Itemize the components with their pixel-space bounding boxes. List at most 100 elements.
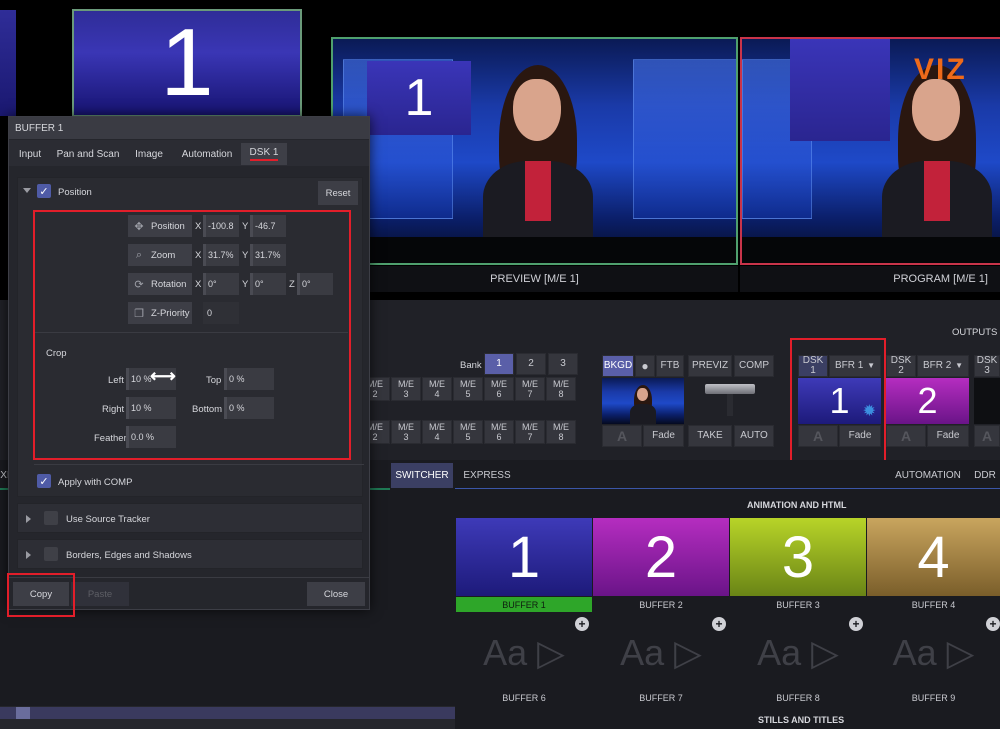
comp-button[interactable]: COMP xyxy=(734,355,774,377)
play-icon: ▷ xyxy=(674,632,702,673)
buffer-6-label: BUFFER 6 xyxy=(502,692,546,703)
borders-section: Borders, Edges and Shadows xyxy=(17,539,363,569)
copy-highlight xyxy=(7,573,75,617)
buffer-9-empty[interactable]: Aa ▷ xyxy=(867,620,1000,686)
tab-pan-and-scan[interactable]: Pan and Scan xyxy=(55,143,121,165)
buffer-6-empty[interactable]: Aa ▷ xyxy=(456,620,592,686)
me-button[interactable]: M/E 7 xyxy=(515,420,545,444)
me-button[interactable]: M/E 4 xyxy=(422,377,452,401)
position-checkbox[interactable]: ✓ xyxy=(37,184,51,198)
buffer-1-label: BUFFER 1 xyxy=(456,597,592,612)
t-bar[interactable] xyxy=(705,384,755,394)
program-label: PROGRAM [M/E 1] xyxy=(740,266,1000,292)
chevron-down-icon: ▼ xyxy=(955,361,963,370)
bkgd-fade-button[interactable]: Fade xyxy=(643,425,684,447)
collapse-icon[interactable] xyxy=(23,188,31,193)
take-button[interactable]: TAKE xyxy=(688,425,732,447)
dsk2-button[interactable]: DSK 2 xyxy=(886,355,916,377)
left-partial-monitor xyxy=(0,10,16,116)
stills-section-title: STILLS AND TITLES xyxy=(758,715,845,725)
dsk2-a-button[interactable]: A xyxy=(886,425,926,447)
tab-automation[interactable]: Automation xyxy=(177,143,237,165)
dialog-title: BUFFER 1 xyxy=(9,117,369,139)
position-heading: Position xyxy=(58,187,92,198)
buffer-8-label: BUFFER 8 xyxy=(776,692,820,703)
tab-automation[interactable]: AUTOMATION xyxy=(893,463,963,488)
me-button[interactable]: M/E 5 xyxy=(453,377,483,401)
buffer-8-empty[interactable]: Aa ▷ xyxy=(730,620,866,686)
buffer-4-thumb[interactable]: 4 xyxy=(867,518,1000,596)
bank-label: Bank xyxy=(460,360,482,371)
me-button[interactable]: M/E 6 xyxy=(484,377,514,401)
me-button[interactable]: M/E 6 xyxy=(484,420,514,444)
presenter-image xyxy=(483,61,593,251)
play-icon: ▷ xyxy=(946,632,975,673)
t-bar-track xyxy=(727,394,733,416)
tab-switcher[interactable]: SWITCHER xyxy=(391,463,453,488)
auto-button[interactable]: AUTO xyxy=(734,425,774,447)
bkgd-button[interactable]: BKGD xyxy=(602,355,634,377)
bkgd-thumbnail xyxy=(602,378,684,424)
tab-dsk1[interactable]: DSK 1 xyxy=(241,143,287,165)
preview-overlay-number: 1 xyxy=(404,69,434,127)
buffer-7-label: BUFFER 7 xyxy=(639,692,683,703)
buffer-3-thumb[interactable]: 3 xyxy=(730,518,866,596)
dsk2-thumbnail: 2 xyxy=(886,378,969,424)
dsk2-source-select[interactable]: BFR 2 ▼ xyxy=(917,355,969,377)
dialog-tabs: Input Pan and Scan Image Automation DSK … xyxy=(9,140,369,166)
preview-overlay-graphic: 1 xyxy=(367,61,471,135)
studio-floor xyxy=(742,237,1000,263)
me-button[interactable]: M/E 4 xyxy=(422,420,452,444)
scrollbar-thumb[interactable] xyxy=(16,707,30,719)
scrollbar[interactable] xyxy=(0,707,455,719)
me-button[interactable]: M/E 5 xyxy=(453,420,483,444)
dsk2-fade-button[interactable]: Fade xyxy=(927,425,969,447)
tab-image[interactable]: Image xyxy=(131,143,167,165)
buffer-7-empty[interactable]: Aa ▷ xyxy=(593,620,729,686)
me-button[interactable]: M/E 3 xyxy=(391,377,421,401)
program-overlay-graphic xyxy=(790,39,890,141)
eye-icon[interactable]: ● xyxy=(635,355,655,377)
expand-icon[interactable] xyxy=(26,515,31,523)
paste-button[interactable]: Paste xyxy=(71,582,129,606)
buffer-thumb-number: 1 xyxy=(160,9,214,116)
reset-button[interactable]: Reset xyxy=(318,181,358,205)
expand-icon[interactable] xyxy=(26,551,31,559)
outputs-label: OUTPUTS 1– xyxy=(952,327,1000,338)
apply-with-comp-label: Apply with COMP xyxy=(58,477,133,488)
tab-express[interactable]: EXPRESS xyxy=(458,463,516,488)
buffer-2-thumb[interactable]: 2 xyxy=(593,518,729,596)
ftb-button[interactable]: FTB xyxy=(656,355,684,377)
close-button[interactable]: Close xyxy=(307,582,365,606)
me-button[interactable]: M/E 8 xyxy=(546,420,576,444)
bkgd-a-button[interactable]: A xyxy=(602,425,642,447)
buffer-dialog: BUFFER 1 Input Pan and Scan Image Automa… xyxy=(8,116,370,610)
studio-floor xyxy=(333,237,736,263)
me-button[interactable]: M/E 3 xyxy=(391,420,421,444)
animation-section-title: ANIMATION AND HTML xyxy=(747,500,847,510)
tab-ddr[interactable]: DDR xyxy=(970,463,1000,488)
buffer-thumb-monitor: 1 xyxy=(72,9,302,117)
tab-input[interactable]: Input xyxy=(13,143,47,165)
preview-label: PREVIEW [M/E 1] xyxy=(331,266,738,292)
program-monitor[interactable]: VIZ xyxy=(740,37,1000,265)
source-tracker-checkbox[interactable] xyxy=(44,511,58,525)
apply-with-comp-checkbox[interactable]: ✓ xyxy=(37,474,51,488)
program-logo: VIZ xyxy=(914,53,967,86)
buffer-1-thumb[interactable]: 1 xyxy=(456,518,592,596)
bank-button-3[interactable]: 3 xyxy=(548,353,578,375)
me-button[interactable]: M/E 7 xyxy=(515,377,545,401)
bank-button-2[interactable]: 2 xyxy=(516,353,546,375)
preview-monitor[interactable]: 1 xyxy=(331,37,738,265)
bank-button-1[interactable]: 1 xyxy=(484,353,514,375)
me-button[interactable]: M/E 8 xyxy=(546,377,576,401)
buffer-2-label: BUFFER 2 xyxy=(639,599,683,610)
dsk3-button[interactable]: DSK 3 xyxy=(974,355,1000,377)
borders-checkbox[interactable] xyxy=(44,547,58,561)
buffer-3-label: BUFFER 3 xyxy=(776,599,820,610)
dsk3-thumbnail xyxy=(974,378,1000,424)
parameters-highlight xyxy=(33,210,351,460)
dsk1-highlight xyxy=(790,338,886,480)
previz-button[interactable]: PREVIZ xyxy=(688,355,732,377)
dsk3-a-button[interactable]: A xyxy=(974,425,1000,447)
